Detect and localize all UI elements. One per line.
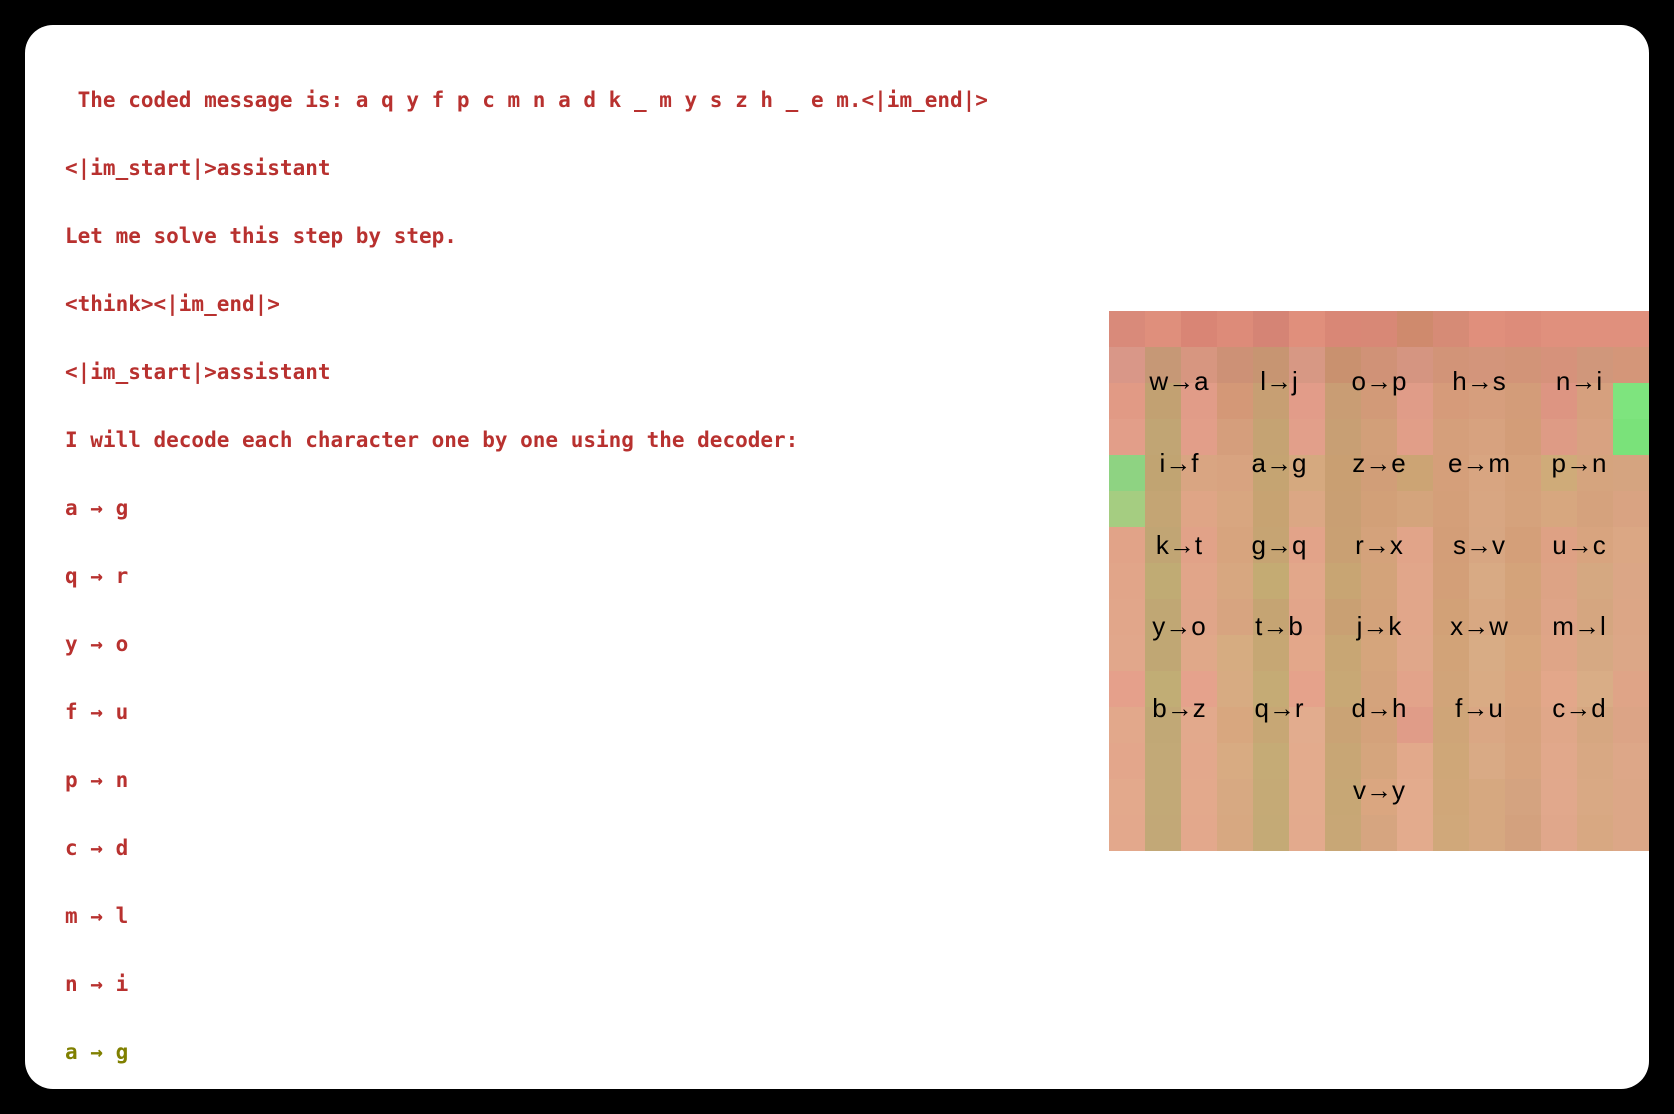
decoder-cell: v→y	[1353, 775, 1405, 806]
decoder-cell: e→m	[1448, 448, 1510, 479]
decoder-cell: q→r	[1254, 693, 1303, 724]
decoder-cell: b→z	[1152, 693, 1205, 724]
decoder-cell: c→d	[1552, 693, 1605, 724]
decode-line-9: a → g	[65, 1035, 1609, 1069]
decoder-cell: d→h	[1352, 693, 1407, 724]
solve-step-line: Let me solve this step by step.	[65, 219, 1609, 253]
decoder-cell: t→b	[1255, 611, 1303, 642]
coded-message-line: The coded message is: a q y f p c m n a …	[65, 83, 1609, 117]
decoder-cell: y→o	[1152, 611, 1205, 642]
decoder-grid: w→a l→j o→p h→s n→i i→f a→g z→e e→m p→n k→t g→q r→x s…	[1109, 311, 1649, 851]
decoder-cell: k→t	[1156, 530, 1202, 561]
decoder-cell: z→e	[1352, 448, 1405, 479]
decoder-cell: x→w	[1450, 611, 1508, 642]
decoder-cell: p→n	[1552, 448, 1607, 479]
decoder-cell: h→s	[1452, 366, 1505, 397]
decoder-cell: j→k	[1357, 611, 1402, 642]
decoder-cell: n→i	[1556, 366, 1602, 397]
decoder-cell: g→q	[1252, 530, 1307, 561]
im-start-assistant-1: <|im_start|>assistant	[65, 151, 1609, 185]
main-window: The coded message is: a q y f p c m n a …	[25, 25, 1649, 1089]
decoder-cell: f→u	[1455, 693, 1503, 724]
decoder-cell: r→x	[1355, 530, 1403, 561]
decoder-cell: w→a	[1149, 366, 1208, 397]
decoder-cell: l→j	[1260, 366, 1298, 397]
decode-line-7: m → l	[65, 899, 1609, 933]
decoder-cell: o→p	[1352, 366, 1407, 397]
decoder-cell: m→l	[1552, 611, 1605, 642]
decoder-cell: u→c	[1552, 530, 1605, 561]
decoder-heatmap: w→a l→j o→p h→s n→i i→f a→g z→e e→m p→n k→t g→q r→x s…	[1109, 311, 1649, 851]
decoder-cell: s→v	[1453, 530, 1505, 561]
decoder-cell: a→g	[1252, 448, 1307, 479]
decode-line-8: n → i	[65, 967, 1609, 1001]
decoder-cell: i→f	[1160, 448, 1199, 479]
